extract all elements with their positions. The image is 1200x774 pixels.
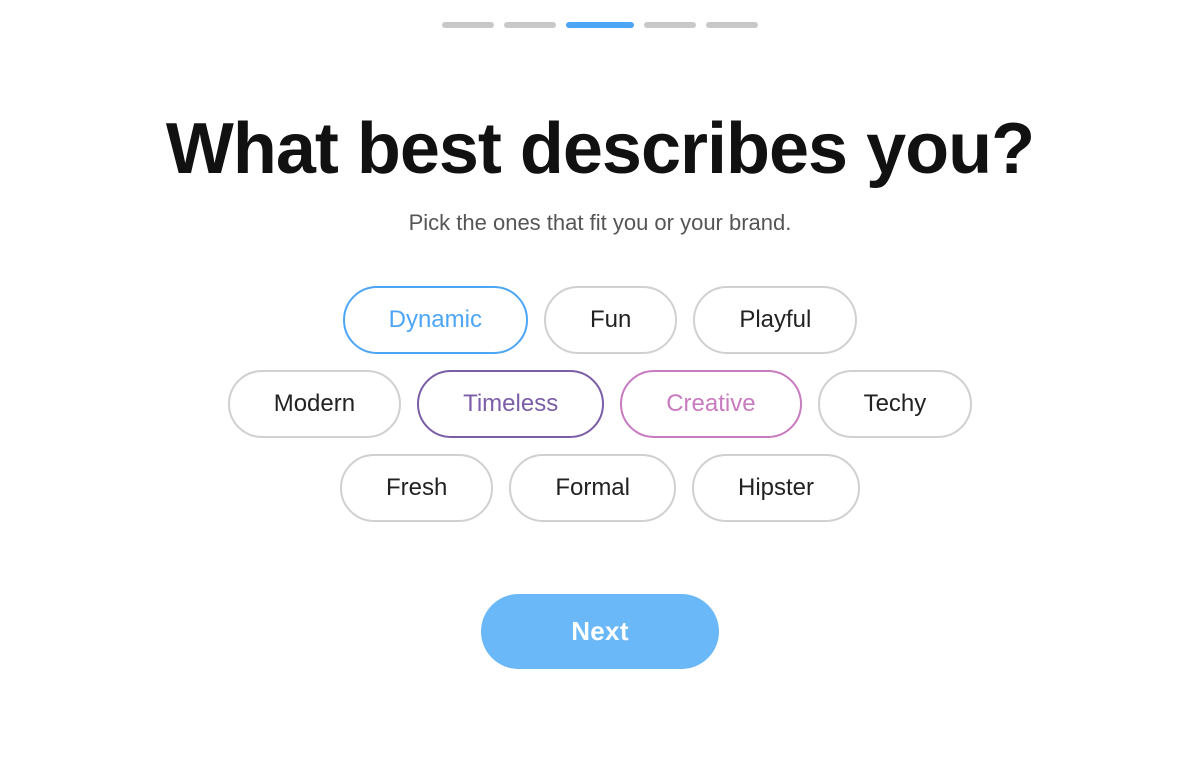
step-3	[566, 22, 634, 28]
option-creative[interactable]: Creative	[620, 370, 801, 438]
option-fun[interactable]: Fun	[544, 286, 677, 354]
step-2	[504, 22, 556, 28]
option-timeless[interactable]: Timeless	[417, 370, 604, 438]
page-subtitle: Pick the ones that fit you or your brand…	[409, 210, 792, 236]
next-button[interactable]: Next	[481, 594, 719, 669]
progress-bar	[442, 22, 758, 28]
options-row-3: Fresh Formal Hipster	[340, 454, 860, 522]
option-dynamic[interactable]: Dynamic	[343, 286, 528, 354]
option-fresh[interactable]: Fresh	[340, 454, 493, 522]
step-5	[706, 22, 758, 28]
options-row-2: Modern Timeless Creative Techy	[228, 370, 973, 438]
option-formal[interactable]: Formal	[509, 454, 676, 522]
options-container: Dynamic Fun Playful Modern Timeless Crea…	[228, 286, 973, 522]
option-techy[interactable]: Techy	[818, 370, 973, 438]
options-row-1: Dynamic Fun Playful	[343, 286, 858, 354]
option-playful[interactable]: Playful	[693, 286, 857, 354]
page-title: What best describes you?	[166, 108, 1034, 190]
step-1	[442, 22, 494, 28]
option-hipster[interactable]: Hipster	[692, 454, 860, 522]
option-modern[interactable]: Modern	[228, 370, 401, 438]
step-4	[644, 22, 696, 28]
